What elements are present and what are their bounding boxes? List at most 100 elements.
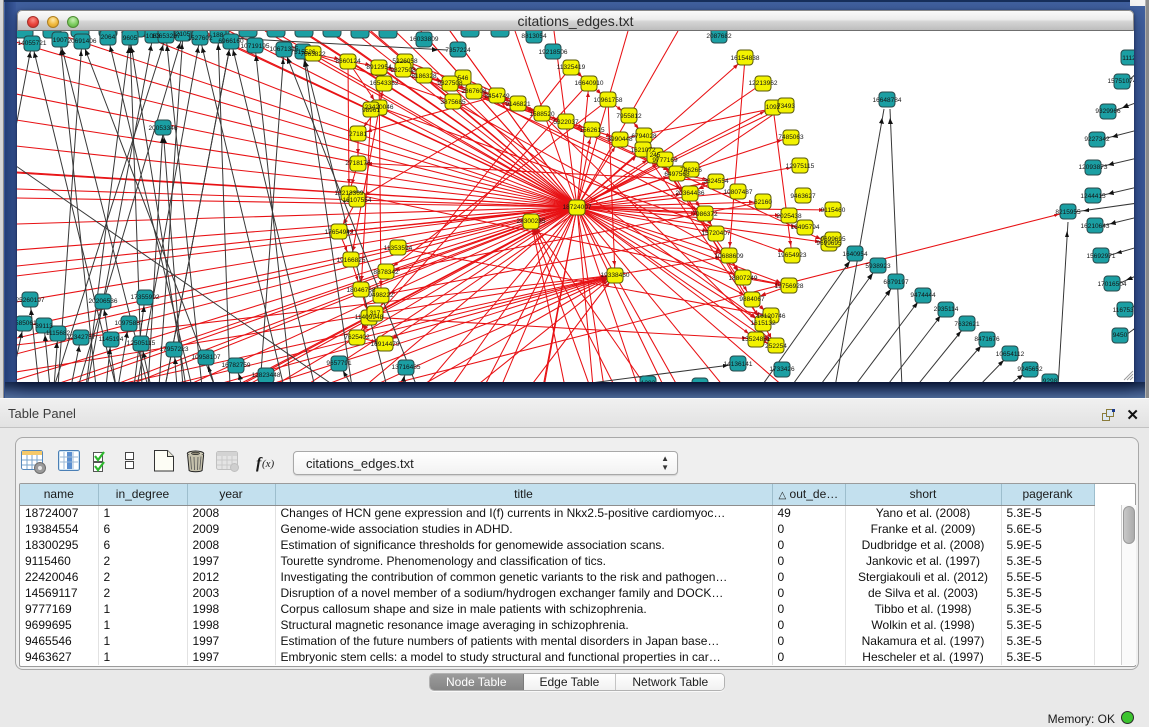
svg-text:10961758: 10961758 [594,97,623,104]
svg-text:17355992: 17355992 [131,294,160,301]
svg-text:16107554: 16107554 [343,197,372,204]
svg-text:8471676: 8471676 [974,336,1000,343]
svg-text:1244415: 1244415 [1080,193,1106,200]
svg-text:8813054: 8813054 [521,33,547,40]
svg-text:11325419: 11325419 [557,64,586,71]
svg-text:1145194: 1145194 [99,336,124,343]
svg-text:252254: 252254 [765,343,787,350]
svg-text:9245652: 9245652 [1017,366,1043,373]
svg-text:9298: 9298 [1043,378,1058,382]
svg-text:5322037: 5322037 [553,119,579,126]
svg-text:16120746: 16120746 [757,313,786,320]
svg-text:9474444: 9474444 [910,292,936,299]
svg-text:16782759: 16782759 [222,362,251,369]
svg-text:20053346: 20053346 [149,125,178,132]
svg-text:16914479: 16914479 [371,341,400,348]
svg-text:12213962: 12213962 [749,80,778,87]
svg-text:10958107: 10958107 [192,354,221,361]
svg-text:12505115: 12505115 [127,340,156,347]
svg-text:7625402: 7625402 [344,334,370,341]
svg-text:12213369: 12213369 [335,190,364,197]
svg-text:28300235: 28300235 [517,218,546,225]
svg-text:17654942: 17654942 [325,229,354,236]
svg-text:15692971: 15692971 [1087,253,1116,260]
svg-text:10719195: 10719195 [241,43,270,50]
svg-text:1167533: 1167533 [1113,307,1134,314]
svg-text:7986372: 7986372 [692,211,718,218]
svg-text:6794028: 6794028 [631,133,657,140]
svg-text:2025438: 2025438 [776,213,802,220]
svg-text:16210643: 16210643 [1081,223,1110,230]
svg-text:16033809: 16033809 [410,36,439,43]
svg-text:27181: 27181 [349,131,367,138]
svg-text:7632621: 7632621 [954,321,980,328]
svg-text:(x): (x) [262,458,275,470]
svg-text:1112: 1112 [1122,55,1134,62]
svg-text:1733426: 1733426 [769,366,795,373]
svg-text:8660124: 8660124 [335,58,361,65]
svg-text:19218506: 19218506 [539,49,568,56]
svg-text:1640954: 1640954 [842,251,868,258]
svg-text:12823448: 12823448 [252,372,281,379]
svg-text:15720407: 15720407 [702,230,731,237]
svg-text:1527602: 1527602 [187,35,213,42]
svg-text:8990448: 8990448 [607,136,633,143]
svg-text:1588520: 1588520 [529,111,555,118]
svg-text:1292: 1292 [641,380,656,382]
svg-text:10975887: 10975887 [115,320,144,327]
svg-text:16648784: 16648784 [873,97,902,104]
svg-text:13716485: 13716485 [392,364,421,371]
svg-text:1615132: 1615132 [750,320,776,327]
svg-text:7955812: 7955812 [616,113,642,120]
svg-text:39113: 39113 [35,323,53,330]
svg-text:2718176: 2718176 [345,160,371,167]
svg-text:7663822: 7663822 [300,51,326,58]
svg-text:3824554: 3824554 [703,178,729,185]
svg-text:9327508: 9327508 [437,80,463,87]
svg-text:16495794: 16495794 [791,224,820,231]
svg-text:8215955: 8215955 [1055,209,1081,216]
svg-text:9463627: 9463627 [790,193,816,200]
svg-text:10654112: 10654112 [996,351,1025,358]
svg-text:7485063: 7485063 [778,134,804,141]
svg-text:5226058: 5226058 [392,58,418,65]
svg-text:3875685: 3875685 [440,99,466,106]
svg-text:15751074: 15751074 [1108,78,1134,85]
svg-text:8878342: 8878342 [373,269,399,276]
svg-text:9657791: 9657791 [326,360,352,367]
svg-text:1562615: 1562615 [579,127,605,134]
svg-text:5938923: 5938923 [865,263,891,270]
svg-text:7357224: 7357224 [445,47,471,54]
svg-text:9227342: 9227342 [1084,136,1110,143]
svg-text:10807487: 10807487 [724,189,753,196]
svg-text:16640910: 16640910 [575,80,604,87]
svg-text:19338450: 19338450 [601,272,630,279]
svg-text:14136141: 14136141 [724,361,753,368]
svg-text:14055721: 14055721 [18,40,47,47]
svg-text:9777169: 9777169 [652,157,678,164]
svg-text:8912954: 8912954 [366,64,392,71]
svg-text:9605: 9605 [123,35,138,42]
svg-text:20691406: 20691406 [68,38,97,45]
svg-text:62160: 62160 [754,199,772,206]
svg-text:9884067: 9884067 [739,296,765,303]
svg-text:18724007: 18724007 [563,204,592,211]
svg-text:12342737: 12342737 [67,334,96,341]
svg-text:2585061: 2585061 [17,320,37,327]
svg-text:17016504: 17016504 [1098,281,1127,288]
svg-text:17957223: 17957223 [160,346,189,353]
svg-text:10688609: 10688609 [715,253,744,260]
svg-text:73493: 73493 [777,103,795,110]
svg-text:12093873: 12093873 [1079,164,1108,171]
svg-text:9498222: 9498222 [368,292,394,299]
svg-text:20364436: 20364436 [676,190,705,197]
svg-text:9699695: 9699695 [820,236,846,243]
svg-text:1907: 1907 [53,37,68,44]
svg-text:2064: 2064 [101,34,116,41]
svg-text:6497568: 6497568 [664,171,690,178]
svg-text:98961: 98961 [362,107,380,114]
svg-text:9329966: 9329966 [1095,108,1121,115]
svg-text:2867608: 2867608 [461,88,487,95]
svg-text:2935114: 2935114 [934,306,959,313]
svg-text:12975115: 12975115 [786,163,815,170]
